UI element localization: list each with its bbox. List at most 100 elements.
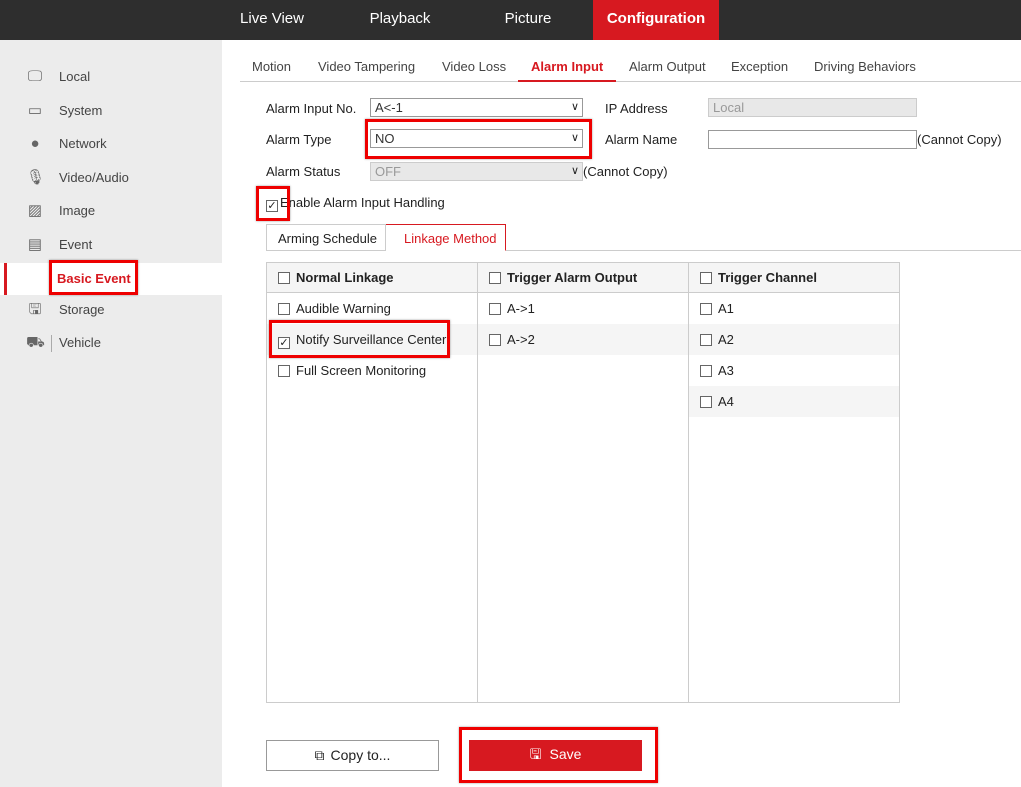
checkbox[interactable] (278, 365, 290, 377)
label: Image (59, 203, 96, 218)
highlight-box (269, 320, 450, 358)
vehicle-search-icon: ⛟ (26, 334, 45, 351)
column-header[interactable]: Normal Linkage (267, 263, 477, 293)
label: Copy to... (330, 747, 391, 763)
label: Video/Audio (59, 170, 129, 185)
column-header[interactable]: Trigger Channel (689, 263, 899, 293)
checkbox[interactable] (278, 303, 290, 315)
checkbox[interactable] (489, 334, 501, 346)
linkage-option[interactable]: A3 (689, 355, 899, 386)
ip-address-field: Local (708, 98, 917, 117)
label: Audible Warning (296, 301, 391, 316)
tab-driving-behaviors[interactable]: Driving Behaviors (814, 52, 916, 82)
linkage-option[interactable]: A1 (689, 293, 899, 324)
sidebar-item-event[interactable]: ▤ Event (0, 229, 222, 261)
checkbox[interactable] (700, 396, 712, 408)
checkbox[interactable] (489, 303, 501, 315)
linkage-option[interactable]: A->2 (478, 324, 688, 355)
linkage-column: Trigger Channel A1 A2 A3 A4 (688, 262, 899, 703)
alarm-status-label: Alarm Status (266, 164, 341, 179)
checkbox[interactable] (700, 303, 712, 315)
checkbox[interactable] (489, 272, 501, 284)
subtab-linkage-method[interactable]: Linkage Method (386, 224, 506, 251)
label: A3 (718, 363, 734, 378)
label: Event (59, 237, 93, 252)
alarm-input-no-select[interactable]: A<-1 ∨ (370, 98, 583, 117)
label: Trigger Alarm Output (507, 270, 638, 285)
linkage-option[interactable]: A2 (689, 324, 899, 355)
alarm-name-input[interactable] (708, 130, 917, 149)
sidebar-item-local[interactable]: 🖵 Local (0, 61, 222, 93)
monitor-icon: 🖵 (27, 68, 43, 85)
sidebar-item-storage[interactable]: 🖫 Storage (0, 294, 222, 326)
linkage-option[interactable]: A4 (689, 386, 899, 417)
active-indicator (4, 263, 7, 295)
checkbox[interactable] (278, 272, 290, 284)
checkbox[interactable] (700, 334, 712, 346)
highlight-box (256, 186, 290, 221)
label: Normal Linkage (296, 270, 394, 285)
label: A->1 (507, 301, 535, 316)
label: A->2 (507, 332, 535, 347)
label: Trigger Channel (718, 270, 817, 285)
sidebar-item-system[interactable]: ▭ System (0, 95, 222, 127)
label: System (59, 103, 103, 118)
tab-video-tampering[interactable]: Video Tampering (318, 52, 415, 82)
tab-alarm-output[interactable]: Alarm Output (629, 52, 706, 82)
top-nav-bar: Live View Playback Picture Configuration (0, 0, 1021, 40)
linkage-option[interactable]: Full Screen Monitoring (267, 355, 477, 386)
linkage-column: Trigger Alarm Output A->1 A->2 (477, 262, 688, 703)
nav-live-view[interactable]: Live View (222, 0, 322, 40)
sidebar-item-vehicle[interactable]: ⛟ Vehicle (0, 327, 222, 359)
image-icon: ▨ (27, 202, 43, 219)
nav-configuration[interactable]: Configuration (593, 0, 719, 40)
linkage-option[interactable]: A->1 (478, 293, 688, 324)
value: OFF (375, 164, 401, 179)
tab-alarm-input[interactable]: Alarm Input (518, 52, 617, 82)
globe-icon: ● (30, 135, 40, 152)
tab-video-loss[interactable]: Video Loss (442, 52, 506, 82)
microphone-icon: 🎙 (26, 169, 46, 186)
sidebar-item-video-audio[interactable]: 🎙 Video/Audio (0, 162, 222, 194)
checkbox[interactable] (700, 272, 712, 284)
sidebar-item-image[interactable]: ▨ Image (0, 195, 222, 227)
label: A1 (718, 301, 734, 316)
nav-picture[interactable]: Picture (478, 0, 578, 40)
floppy-icon: 🖫 (28, 301, 42, 318)
label: Full Screen Monitoring (296, 363, 427, 378)
tab-exception[interactable]: Exception (731, 52, 788, 82)
chevron-down-icon: ∨ (570, 101, 579, 113)
value: Local (713, 100, 745, 115)
divider (51, 335, 52, 352)
label: Enable Alarm Input Handling (280, 195, 445, 210)
cannot-copy-note: (Cannot Copy) (583, 164, 668, 179)
chevron-down-icon: ∨ (570, 165, 579, 177)
label: A2 (718, 332, 734, 347)
cannot-copy-note: (Cannot Copy) (917, 132, 1002, 147)
checkbox[interactable] (700, 365, 712, 377)
column-header[interactable]: Trigger Alarm Output (478, 263, 688, 293)
label: A4 (718, 394, 734, 409)
nav-playback[interactable]: Playback (350, 0, 450, 40)
label: Storage (59, 302, 105, 317)
sidebar: 🖵 Local ▭ System ● Network 🎙 Video/Audio ▨ Im… (0, 40, 222, 787)
tab-motion[interactable]: Motion (252, 52, 291, 82)
sidebar-item-network[interactable]: ● Network (0, 128, 222, 160)
calendar-icon: ▤ (27, 236, 43, 253)
enable-alarm-input-checkbox[interactable]: ✓ Enable Alarm Input Handling (266, 195, 445, 212)
subtab-arming-schedule[interactable]: Arming Schedule (266, 224, 386, 251)
label: Local (59, 69, 91, 84)
alarm-name-label: Alarm Name (605, 132, 678, 147)
highlight-box (49, 260, 138, 295)
table-border (266, 702, 900, 703)
alarm-status-select: OFF ∨ (370, 162, 583, 181)
label: Vehicle (59, 335, 101, 350)
alarm-type-label: Alarm Type (266, 132, 332, 147)
value: A<-1 (375, 100, 403, 115)
highlight-box (459, 727, 658, 783)
ip-address-label: IP Address (605, 101, 668, 116)
copy-to-button[interactable]: ⧉ Copy to... (266, 740, 439, 771)
alarm-input-no-label: Alarm Input No. (266, 101, 357, 116)
highlight-box (365, 119, 592, 159)
copy-icon: ⧉ (314, 747, 325, 763)
